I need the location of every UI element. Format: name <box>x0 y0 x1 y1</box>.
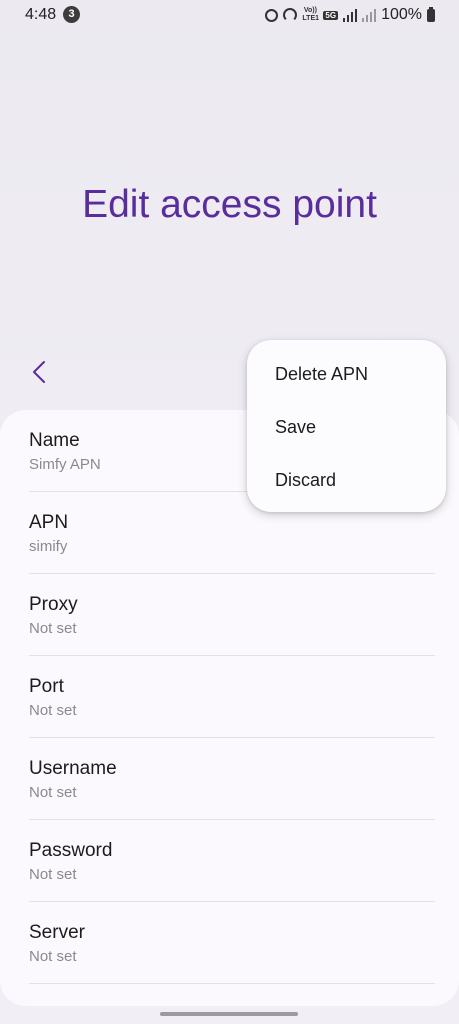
signal-icon <box>343 8 358 22</box>
hotspot-icon <box>283 8 298 22</box>
battery-icon <box>427 6 435 22</box>
overflow-menu: Delete APN Save Discard <box>247 340 446 512</box>
list-item-value: simify <box>29 538 68 555</box>
list-item-password[interactable]: Password Not set <box>0 820 459 902</box>
list-item-server[interactable]: Server Not set <box>0 902 459 984</box>
list-item-label: Username <box>29 758 117 779</box>
divider <box>29 983 435 984</box>
list-item-label: APN <box>29 512 69 533</box>
list-item-label: Name <box>29 430 80 451</box>
list-item-value: Simfy APN <box>29 456 101 473</box>
page-title: Edit access point <box>82 183 377 226</box>
signal-icon-sim2 <box>362 8 377 22</box>
status-icons: Vo)) LTE1 5G 100% <box>265 5 435 25</box>
list-item-value: Not set <box>29 784 77 801</box>
save-menu-item[interactable]: Save <box>275 417 316 438</box>
list-item-value: Not set <box>29 620 77 637</box>
status-bar: 4:48 3 Vo)) LTE1 5G 100% <box>0 0 459 30</box>
discard-menu-item[interactable]: Discard <box>275 470 336 491</box>
list-item-value: Not set <box>29 702 77 719</box>
delete-apn-menu-item[interactable]: Delete APN <box>275 364 368 385</box>
status-time: 4:48 <box>25 6 57 23</box>
notification-count-badge: 3 <box>63 6 80 23</box>
list-item-port[interactable]: Port Not set <box>0 656 459 738</box>
list-item-value: Not set <box>29 866 77 883</box>
list-item-label: Password <box>29 840 113 861</box>
list-item-label: Port <box>29 676 64 697</box>
back-button[interactable] <box>22 354 56 390</box>
list-item-proxy[interactable]: Proxy Not set <box>0 574 459 656</box>
volte-icon: Vo)) LTE1 <box>302 7 320 22</box>
list-item-label: Proxy <box>29 594 78 615</box>
alarm-icon <box>265 8 279 22</box>
gesture-navigation-bar[interactable] <box>160 1012 298 1016</box>
battery-percentage: 100% <box>381 6 422 23</box>
list-item-label: Server <box>29 922 85 943</box>
list-item-value: Not set <box>29 948 77 965</box>
list-item-username[interactable]: Username Not set <box>0 738 459 820</box>
chevron-left-icon <box>33 361 45 383</box>
5g-icon: 5G <box>323 10 339 20</box>
